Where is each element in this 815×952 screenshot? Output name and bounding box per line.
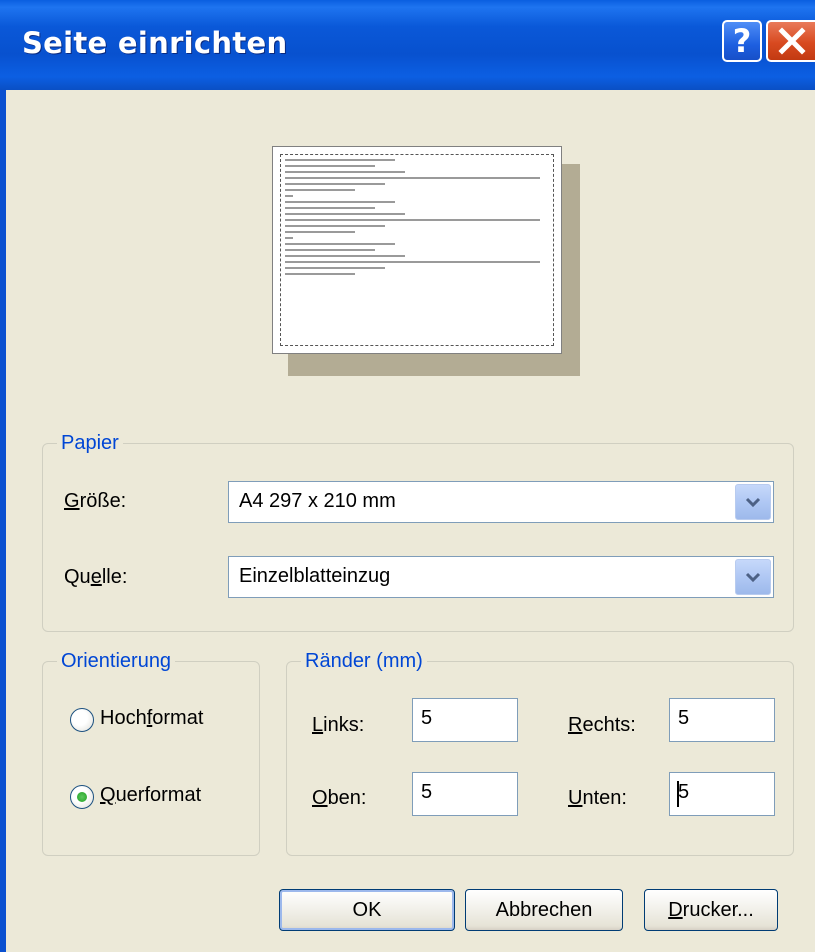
orientation-group: Orientierung [42, 650, 260, 856]
left-margin-label: Links: [312, 714, 365, 736]
source-label: Quelle: [64, 566, 128, 588]
bottom-margin-label: Unten: [568, 787, 627, 809]
title-bar[interactable]: Seite einrichten ? [0, 0, 815, 90]
preview-text-lines [285, 159, 540, 279]
right-margin-label: Rechts: [568, 714, 636, 736]
portrait-radio[interactable] [70, 708, 94, 732]
top-margin-input[interactable]: 5 [412, 772, 518, 816]
text-cursor [677, 781, 679, 807]
cancel-button[interactable]: Abbrechen [465, 889, 623, 931]
paper-legend: Papier [61, 432, 119, 454]
paper-group: Papier [42, 432, 794, 632]
landscape-label[interactable]: Querformat [100, 784, 201, 807]
size-label: Größe: [64, 490, 127, 512]
chevron-down-icon[interactable] [735, 484, 771, 520]
close-button[interactable] [766, 20, 815, 62]
top-margin-label: Oben: [312, 787, 367, 809]
landscape-radio[interactable] [70, 785, 94, 809]
margins-group: Ränder (mm) [286, 650, 794, 856]
source-value: Einzelblatteinzug [239, 565, 391, 587]
size-value: A4 297 x 210 mm [239, 490, 396, 512]
source-select[interactable]: Einzelblatteinzug [228, 556, 774, 598]
bottom-margin-input[interactable]: 5 [669, 772, 775, 816]
window-title: Seite einrichten [22, 26, 288, 60]
page-preview [272, 146, 562, 354]
left-margin-input[interactable]: 5 [412, 698, 518, 742]
portrait-label[interactable]: Hochformat [100, 707, 203, 730]
radio-selected-dot [77, 792, 87, 802]
right-margin-input[interactable]: 5 [669, 698, 775, 742]
orientation-legend: Orientierung [61, 650, 172, 672]
help-button[interactable]: ? [722, 20, 762, 62]
size-select[interactable]: A4 297 x 210 mm [228, 481, 774, 523]
margins-legend: Ränder (mm) [305, 650, 423, 672]
ok-button[interactable]: OK [279, 889, 455, 931]
close-icon [777, 27, 806, 55]
chevron-down-icon[interactable] [735, 559, 771, 595]
printer-button[interactable]: Drucker... [644, 889, 778, 931]
window-frame [0, 90, 6, 952]
